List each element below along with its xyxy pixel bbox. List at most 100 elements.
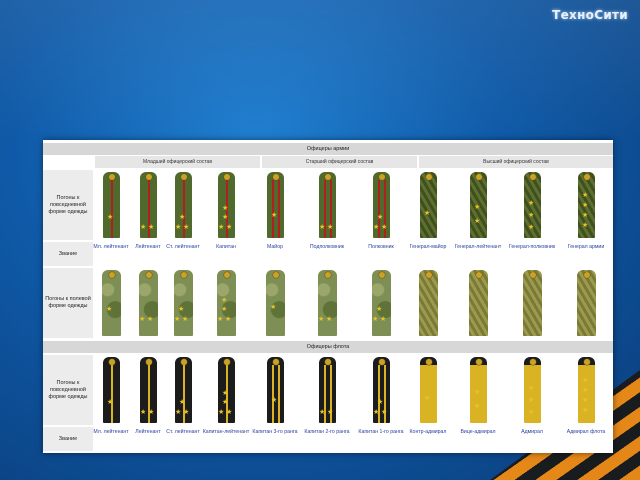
army-rank-label: Генерал-лейтенант [454, 244, 502, 250]
army-rank-label: Генерал-майор [409, 244, 447, 250]
navy-rank-label: Капитан 2-го ранга [304, 429, 350, 435]
star-icon: ★ [271, 212, 278, 219]
navy-everyday-strap: ★ ★ ★ [175, 357, 192, 423]
star-icon: ★ [221, 306, 228, 313]
army-group-junior: Младший офицерский состав [95, 156, 260, 168]
navy-everyday-strap: ★ [103, 357, 120, 423]
army-field-strap: ★ ★ [139, 270, 158, 336]
star-icon: ★ [582, 397, 589, 404]
army-field-strap: ★ [102, 270, 121, 336]
army-field-strap [419, 270, 438, 336]
navy-row-everyday-label: Погоны к повседневной форме одежды [43, 355, 93, 425]
star-icon: ★ [582, 222, 589, 229]
star-icon: ★ [474, 218, 481, 225]
navy-everyday-strap: ★ [420, 357, 437, 423]
star-icon: ★ [222, 390, 229, 397]
button-icon [324, 272, 331, 278]
star-icon: ★ [380, 316, 387, 323]
star-icon: ★ [226, 409, 233, 416]
star-icon: ★ [373, 224, 380, 231]
star-icon: ★ [424, 210, 431, 217]
navy-rank-label: Капитан 1-го ранга [358, 429, 404, 435]
army-field-strap: ★ [266, 270, 285, 336]
navy-everyday-strap: ★ ★ ★ [524, 357, 541, 423]
star-icon: ★ [376, 306, 383, 313]
star-icon: ★ [179, 399, 186, 406]
button-icon [378, 272, 385, 278]
strap-stripe [271, 180, 274, 238]
button-icon [583, 174, 590, 180]
star-icon: ★ [147, 316, 154, 323]
button-icon [475, 359, 482, 365]
technocity-logo: ТехноСити [552, 8, 628, 22]
star-icon: ★ [270, 304, 277, 311]
button-icon [529, 272, 536, 278]
star-icon: ★ [327, 409, 334, 416]
star-icon: ★ [582, 377, 589, 384]
army-row-everyday-label: Погоны к повседневной форме одежды [43, 170, 93, 240]
army-everyday-strap: ★ ★ ★ [524, 172, 541, 238]
strap-stripe [271, 365, 274, 423]
button-icon [475, 174, 482, 180]
star-icon: ★ [318, 316, 325, 323]
star-icon: ★ [183, 409, 190, 416]
star-icon: ★ [217, 316, 224, 323]
star-icon: ★ [107, 399, 114, 406]
navy-rank-label: Капитан 3-го ранга [252, 429, 298, 435]
star-icon: ★ [528, 200, 535, 207]
star-icon: ★ [139, 316, 146, 323]
army-everyday-strap: ★ ★ ★ ★ [578, 172, 595, 238]
navy-rank-label: Адмирал флота [566, 429, 606, 435]
army-everyday-strap: ★ [420, 172, 437, 238]
shoulder-straps-table: Офицеры армии Младший офицерский состав … [43, 140, 613, 453]
navy-section-title: Офицеры флота [43, 341, 613, 353]
navy-everyday-strap: ★ ★ [140, 357, 157, 423]
star-icon: ★ [528, 385, 535, 392]
star-icon: ★ [377, 399, 384, 406]
button-icon [180, 272, 187, 278]
star-icon: ★ [528, 397, 535, 404]
army-rank-label: Генерал армии [567, 244, 605, 250]
army-field-strap: ★ ★ ★ ★ [217, 270, 236, 336]
strap-stripe [110, 365, 113, 423]
army-everyday-strap: ★ ★ [470, 172, 487, 238]
navy-everyday-strap: ★ ★ [470, 357, 487, 423]
star-icon: ★ [225, 316, 232, 323]
navy-rank-label: Контр-адмирал [409, 429, 447, 435]
army-field-strap [469, 270, 488, 336]
army-rank-label: Полковник [368, 244, 394, 250]
army-field-strap [577, 270, 596, 336]
button-icon [425, 272, 432, 278]
button-icon [425, 174, 432, 180]
star-icon: ★ [528, 409, 535, 416]
navy-rank-label: Вице-адмирал [460, 429, 496, 435]
star-icon: ★ [222, 399, 229, 406]
navy-rank-label: Капитан-лейтенант [202, 429, 250, 435]
star-icon: ★ [182, 316, 189, 323]
button-icon [583, 272, 590, 278]
star-icon: ★ [106, 306, 113, 313]
army-everyday-strap: ★ [103, 172, 120, 238]
star-icon: ★ [175, 409, 182, 416]
strap-stripe [277, 180, 280, 238]
star-icon: ★ [174, 316, 181, 323]
star-icon: ★ [148, 224, 155, 231]
button-icon [223, 272, 230, 278]
army-field-strap: ★ ★ ★ [174, 270, 193, 336]
navy-everyday-strap: ★ [267, 357, 284, 423]
button-icon [583, 359, 590, 365]
strap-stripe [277, 365, 280, 423]
star-icon: ★ [222, 205, 229, 212]
star-icon: ★ [381, 224, 388, 231]
navy-everyday-strap: ★ ★ ★ ★ [218, 357, 235, 423]
background-gloss [0, 0, 640, 140]
army-field-strap: ★ ★ ★ [372, 270, 391, 336]
star-icon: ★ [222, 214, 229, 221]
army-everyday-strap: ★ [267, 172, 284, 238]
star-icon: ★ [179, 214, 186, 221]
star-icon: ★ [218, 224, 225, 231]
army-group-senior: Старший офицерский состав [262, 156, 417, 168]
army-rank-label: Подполковник [309, 244, 345, 250]
button-icon [145, 272, 152, 278]
star-icon: ★ [319, 409, 326, 416]
